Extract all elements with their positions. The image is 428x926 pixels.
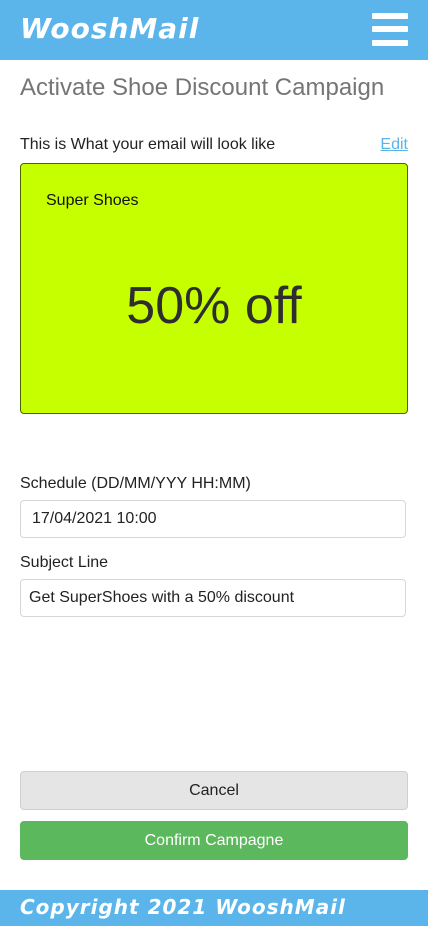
email-offer-text: 50% off [126,277,302,335]
schedule-input[interactable] [20,500,406,538]
menu-bar [372,26,408,32]
app-footer: Copyright 2021 WooshMail [0,890,428,926]
schedule-label: Schedule (DD/MM/YYY HH:MM) [20,475,251,492]
edit-link[interactable]: Edit [380,136,408,154]
app-header: WooshMail [0,0,428,60]
subject-label: Subject Line [20,554,109,571]
menu-bar [372,40,408,46]
cancel-button[interactable]: Cancel [20,771,408,810]
copyright-text: Copyright 2021 WooshMail [20,895,346,919]
hamburger-menu-icon[interactable] [372,13,408,46]
email-preview: Super Shoes 50% off [20,163,408,414]
preview-label: This is What your email will look like [20,136,276,153]
subject-input[interactable] [20,579,406,617]
email-brand-name: Super Shoes [46,192,139,209]
page-title: Activate Shoe Discount Campaign [20,74,385,101]
brand-logo[interactable]: WooshMail [20,12,199,45]
confirm-campaign-button[interactable]: Confirm Campagne [20,821,408,860]
menu-bar [372,13,408,19]
app-root: WooshMail Activate Shoe Discount Campaig… [0,0,428,926]
